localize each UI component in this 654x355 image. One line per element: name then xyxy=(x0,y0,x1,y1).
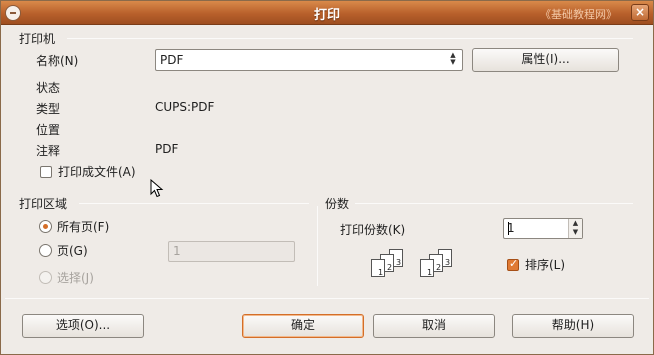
spinner-arrows-icon[interactable]: ▲ ▼ xyxy=(568,219,582,238)
selection-radio xyxy=(39,271,52,284)
status-label: 状态 xyxy=(36,81,61,95)
pages-input[interactable]: 1 xyxy=(168,241,295,262)
ok-button[interactable]: 确定 xyxy=(242,314,364,338)
copies-count-value: 1 xyxy=(507,221,515,235)
comment-label: 注释 xyxy=(36,144,61,158)
copies-count-spinner[interactable]: 1 ▲ ▼ xyxy=(503,218,583,239)
pages-radio[interactable] xyxy=(39,244,52,257)
group-separator xyxy=(317,206,318,286)
range-group-divider xyxy=(79,203,309,204)
close-button[interactable]: × xyxy=(631,4,649,21)
page-1: 1 xyxy=(371,259,385,277)
printer-name-value: PDF xyxy=(160,53,184,67)
print-dialog: 打印 《基础教程网》 × 打印机 名称(N) PDF ▲ ▼ 属性(I)... 状… xyxy=(0,0,654,355)
options-button[interactable]: 选项(O)... xyxy=(22,314,144,338)
printer-name-select[interactable]: PDF ▲ ▼ xyxy=(155,49,463,71)
copies-group-divider xyxy=(355,203,633,204)
collate-label[interactable]: 排序(L) xyxy=(525,256,565,273)
printer-name-label: 名称(N) xyxy=(36,54,79,68)
watermark-text: 《基础教程网》 xyxy=(540,8,617,21)
properties-button[interactable]: 属性(I)... xyxy=(472,48,619,72)
all-pages-radio[interactable] xyxy=(39,220,52,233)
title-bar: 打印 《基础教程网》 × xyxy=(1,1,653,25)
print-to-file-label[interactable]: 打印成文件(A) xyxy=(58,163,136,180)
printer-group-title: 打印机 xyxy=(19,30,60,47)
type-value: CUPS:PDF xyxy=(155,100,215,114)
button-row-divider xyxy=(5,298,649,299)
comment-value: PDF xyxy=(155,142,179,156)
all-pages-label[interactable]: 所有页(F) xyxy=(57,218,109,235)
location-label: 位置 xyxy=(36,123,61,137)
mouse-pointer-icon xyxy=(150,179,164,198)
selection-label: 选择(J) xyxy=(57,271,94,285)
cancel-button[interactable]: 取消 xyxy=(373,314,495,338)
pages-label[interactable]: 页(G) xyxy=(57,242,88,259)
range-group-title: 打印区域 xyxy=(19,195,72,212)
page-1: 1 xyxy=(420,259,434,277)
copies-count-label: 打印份数(K) xyxy=(340,223,406,237)
collate-checkbox[interactable] xyxy=(507,257,519,271)
help-button[interactable]: 帮助(H) xyxy=(512,314,634,338)
type-label: 类型 xyxy=(36,102,61,116)
print-to-file-checkbox[interactable] xyxy=(40,166,52,178)
copies-group-title: 份数 xyxy=(325,195,354,212)
printer-group-divider xyxy=(67,38,633,39)
spinner-arrows-icon: ▲ ▼ xyxy=(450,51,456,66)
